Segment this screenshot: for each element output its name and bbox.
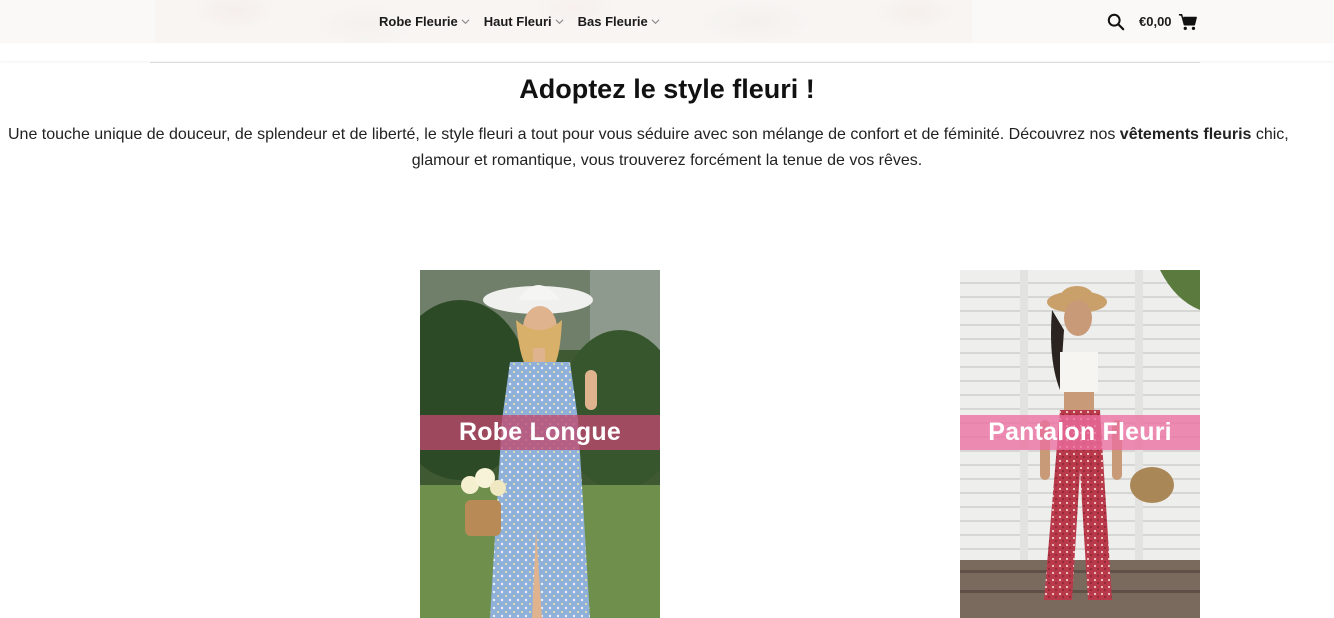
category-card-robe-longue[interactable]: Robe Longue — [420, 270, 660, 618]
nav-item-robe-fleurie[interactable]: Robe Fleurie — [379, 14, 470, 29]
nav-item-label: Robe Fleurie — [379, 14, 458, 29]
cart-total[interactable]: €0,00 — [1139, 14, 1172, 29]
chevron-down-icon — [461, 19, 470, 25]
nav-item-label: Haut Fleuri — [483, 14, 552, 29]
nav-item-label: Bas Fleurie — [577, 14, 648, 29]
site-header: Robe Fleurie Haut Fleuri Bas Fleurie €0,… — [0, 0, 1334, 43]
chevron-down-icon — [651, 19, 660, 25]
category-card-pantalon-fleuri[interactable]: Pantalon Fleuri — [960, 270, 1200, 618]
nav-item-haut-fleuri[interactable]: Haut Fleuri — [484, 14, 564, 29]
nav-item-bas-fleurie[interactable]: Bas Fleurie — [578, 14, 660, 29]
header-tools: €0,00 — [1107, 0, 1198, 43]
chevron-down-icon — [555, 19, 564, 25]
header-divider — [150, 62, 1200, 63]
category-label: Pantalon Fleuri — [960, 415, 1200, 450]
intro-link-vetements-fleuris: vêtements fleuris — [1119, 126, 1252, 143]
page-title: Adoptez le style fleuri ! — [519, 74, 815, 104]
cart-icon[interactable] — [1178, 12, 1198, 32]
category-label: Robe Longue — [420, 415, 660, 450]
main-nav: Robe Fleurie Haut Fleuri Bas Fleurie — [379, 0, 674, 43]
intro-text: Une touche unique de douceur, de splende… — [8, 126, 1289, 169]
search-icon[interactable] — [1107, 13, 1125, 31]
